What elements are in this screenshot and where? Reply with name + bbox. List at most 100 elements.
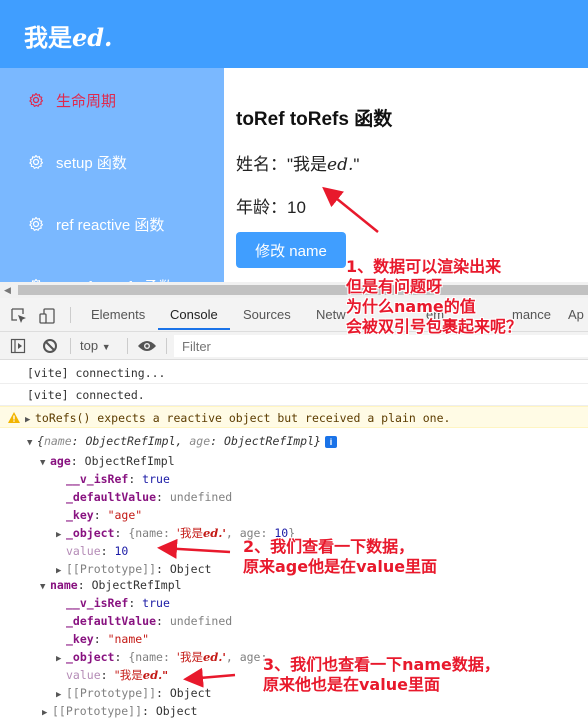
gear-icon <box>29 154 44 169</box>
gear-icon <box>29 216 44 231</box>
sidebar-item-ref-reactive[interactable]: ref reactive 函数 <box>28 212 164 236</box>
prop-value: "name" <box>107 632 150 646</box>
sidebar-item-label: setup 函数 <box>56 154 127 172</box>
age-field: 年龄：10 <box>236 193 306 218</box>
clear-console-icon[interactable] <box>42 338 58 354</box>
annotation-note-1: 1、数据可以渲染出来 但是有问题呀 为什么name的值 会被双引号包裹起来呢？ <box>346 257 522 337</box>
prop-key: _object <box>66 526 115 540</box>
console-object-summary[interactable]: ▼ {name: ObjectRefImpl, age: ObjectRefImp… <box>0 430 588 452</box>
prop-key: age <box>50 454 71 468</box>
active-tab-indicator <box>158 328 230 330</box>
context-selector-value: top <box>80 338 99 353</box>
preview-string: ed.' <box>202 650 226 664</box>
toolbar-divider <box>127 338 128 354</box>
app-title-cjk: 我是 <box>24 25 72 52</box>
name-value-suffix: " <box>353 155 360 174</box>
preview-string: '我是 <box>176 526 203 540</box>
prop-value: ed." <box>142 668 169 682</box>
sidebar-item-lifecycle[interactable]: 生命周期 <box>28 88 116 112</box>
name-field: 姓名："我是ed." <box>236 150 359 175</box>
sidebar-menu: 生命周期 setup 函数 ref reactive 函数 toRef toRe… <box>0 68 224 282</box>
age-value: 10 <box>287 198 306 217</box>
annotation-line: 原来age他是在value里面 <box>243 557 438 576</box>
device-toolbar-icon[interactable] <box>38 307 56 325</box>
toolbar-divider <box>166 338 167 354</box>
tab-application[interactable]: Ap <box>568 307 584 322</box>
annotation-line: 2、我们查看一下数据， <box>243 537 415 556</box>
prop-key: _defaultValue <box>66 490 157 504</box>
console-warning[interactable]: ▶ toRefs() expects a reactive object but … <box>0 406 588 428</box>
summary-type: ObjectRefImpl <box>224 434 315 448</box>
prop-type: ObjectRefImpl <box>91 578 182 592</box>
brace: } <box>314 434 321 448</box>
info-icon[interactable]: i <box>324 435 337 448</box>
sidebar-toggle-icon[interactable] <box>10 338 26 354</box>
sidebar-item-setup[interactable]: setup 函数 <box>28 150 127 174</box>
prop-value: 10 <box>114 544 129 558</box>
scroll-left-arrow-icon[interactable]: ◀ <box>4 285 11 296</box>
prop-value: true <box>142 472 170 486</box>
prop-key: __v_isRef <box>66 596 129 610</box>
annotation-note-3: 3、我们也查看一下name数据， 原来他也是在value里面 <box>263 655 500 695</box>
prop-key: __v_isRef <box>66 472 129 486</box>
tab-sources[interactable]: Sources <box>243 307 291 322</box>
preview: {name: <box>128 526 177 540</box>
warning-icon <box>8 412 20 423</box>
dropdown-arrow-icon: ▼ <box>101 342 111 352</box>
prop-key: _object <box>66 650 115 664</box>
name-value-prefix: "我是 <box>287 155 328 174</box>
sidebar-item-toref-torefs[interactable]: toRef toRefs 函数 <box>28 274 174 282</box>
prop-type: ObjectRefImpl <box>84 454 175 468</box>
sidebar-item-label: ref reactive 函数 <box>56 216 165 234</box>
prop-key: value <box>66 668 101 682</box>
annotation-line: 3、我们也查看一下name数据， <box>263 655 500 674</box>
age-label: 年龄： <box>236 198 287 217</box>
prop-value: undefined <box>169 614 233 628</box>
prop-key: value <box>66 544 101 558</box>
prop-key: name <box>50 578 78 592</box>
summary-key: age <box>189 434 211 448</box>
summary-key: name <box>43 434 72 448</box>
prop-key: [[Prototype]] <box>66 686 157 700</box>
toolbar-divider <box>70 338 71 354</box>
prop-value: "age" <box>107 508 143 522</box>
live-expression-eye-icon[interactable] <box>137 339 157 353</box>
annotation-line: 1、数据可以渲染出来 <box>346 257 502 276</box>
main-content: toRef toRefs 函数 姓名："我是ed." 年龄：10 修改 name <box>224 68 588 282</box>
prop-value: Object <box>169 686 212 700</box>
preview: , age: <box>225 650 268 664</box>
name-label: 姓名： <box>236 155 287 174</box>
prop-key: _key <box>66 508 94 522</box>
toolbar-divider <box>70 307 71 323</box>
annotation-line: 原来他也是在value里面 <box>263 675 440 694</box>
context-selector[interactable]: top ▼ <box>80 338 111 353</box>
annotation-line: 会被双引号包裹起来呢？ <box>346 317 523 336</box>
app-title-latin: ed. <box>72 23 113 52</box>
console-message: [vite] connecting... <box>0 362 588 384</box>
preview-string: '我是 <box>176 650 203 664</box>
annotation-line: 但是有问题呀 <box>346 277 443 296</box>
annotation-note-2: 2、我们查看一下数据， 原来age他是在value里面 <box>243 537 437 577</box>
tab-elements[interactable]: Elements <box>91 307 145 322</box>
prop-value: undefined <box>169 490 233 504</box>
tab-network[interactable]: Netw <box>316 307 346 322</box>
prop-value: Object <box>155 704 198 718</box>
tree-prototype-root[interactable]: ▶ [[Prototype]]: Object <box>0 700 588 722</box>
app-header: 我是ed. <box>0 0 588 68</box>
console-filter-input[interactable] <box>174 335 588 357</box>
prop-key: [[Prototype]] <box>52 704 143 718</box>
app-title: 我是ed. <box>24 18 112 53</box>
annotation-line: 为什么name的值 <box>346 297 476 316</box>
preview-string: ed.' <box>202 526 226 540</box>
expand-triangle-icon[interactable]: ▶ <box>25 409 35 431</box>
inspect-element-icon[interactable] <box>10 307 28 325</box>
page-title: toRef toRefs 函数 <box>236 109 393 130</box>
prop-key: _defaultValue <box>66 614 157 628</box>
tab-console[interactable]: Console <box>170 307 218 322</box>
sidebar-item-label: 生命周期 <box>56 92 117 110</box>
prop-value: "我是 <box>114 668 143 682</box>
name-value-latin: ed. <box>327 155 354 175</box>
summary-type: ObjectRefImpl <box>85 434 176 448</box>
expand-triangle-icon[interactable]: ▶ <box>42 702 52 724</box>
edit-name-button[interactable]: 修改 name <box>236 232 346 268</box>
